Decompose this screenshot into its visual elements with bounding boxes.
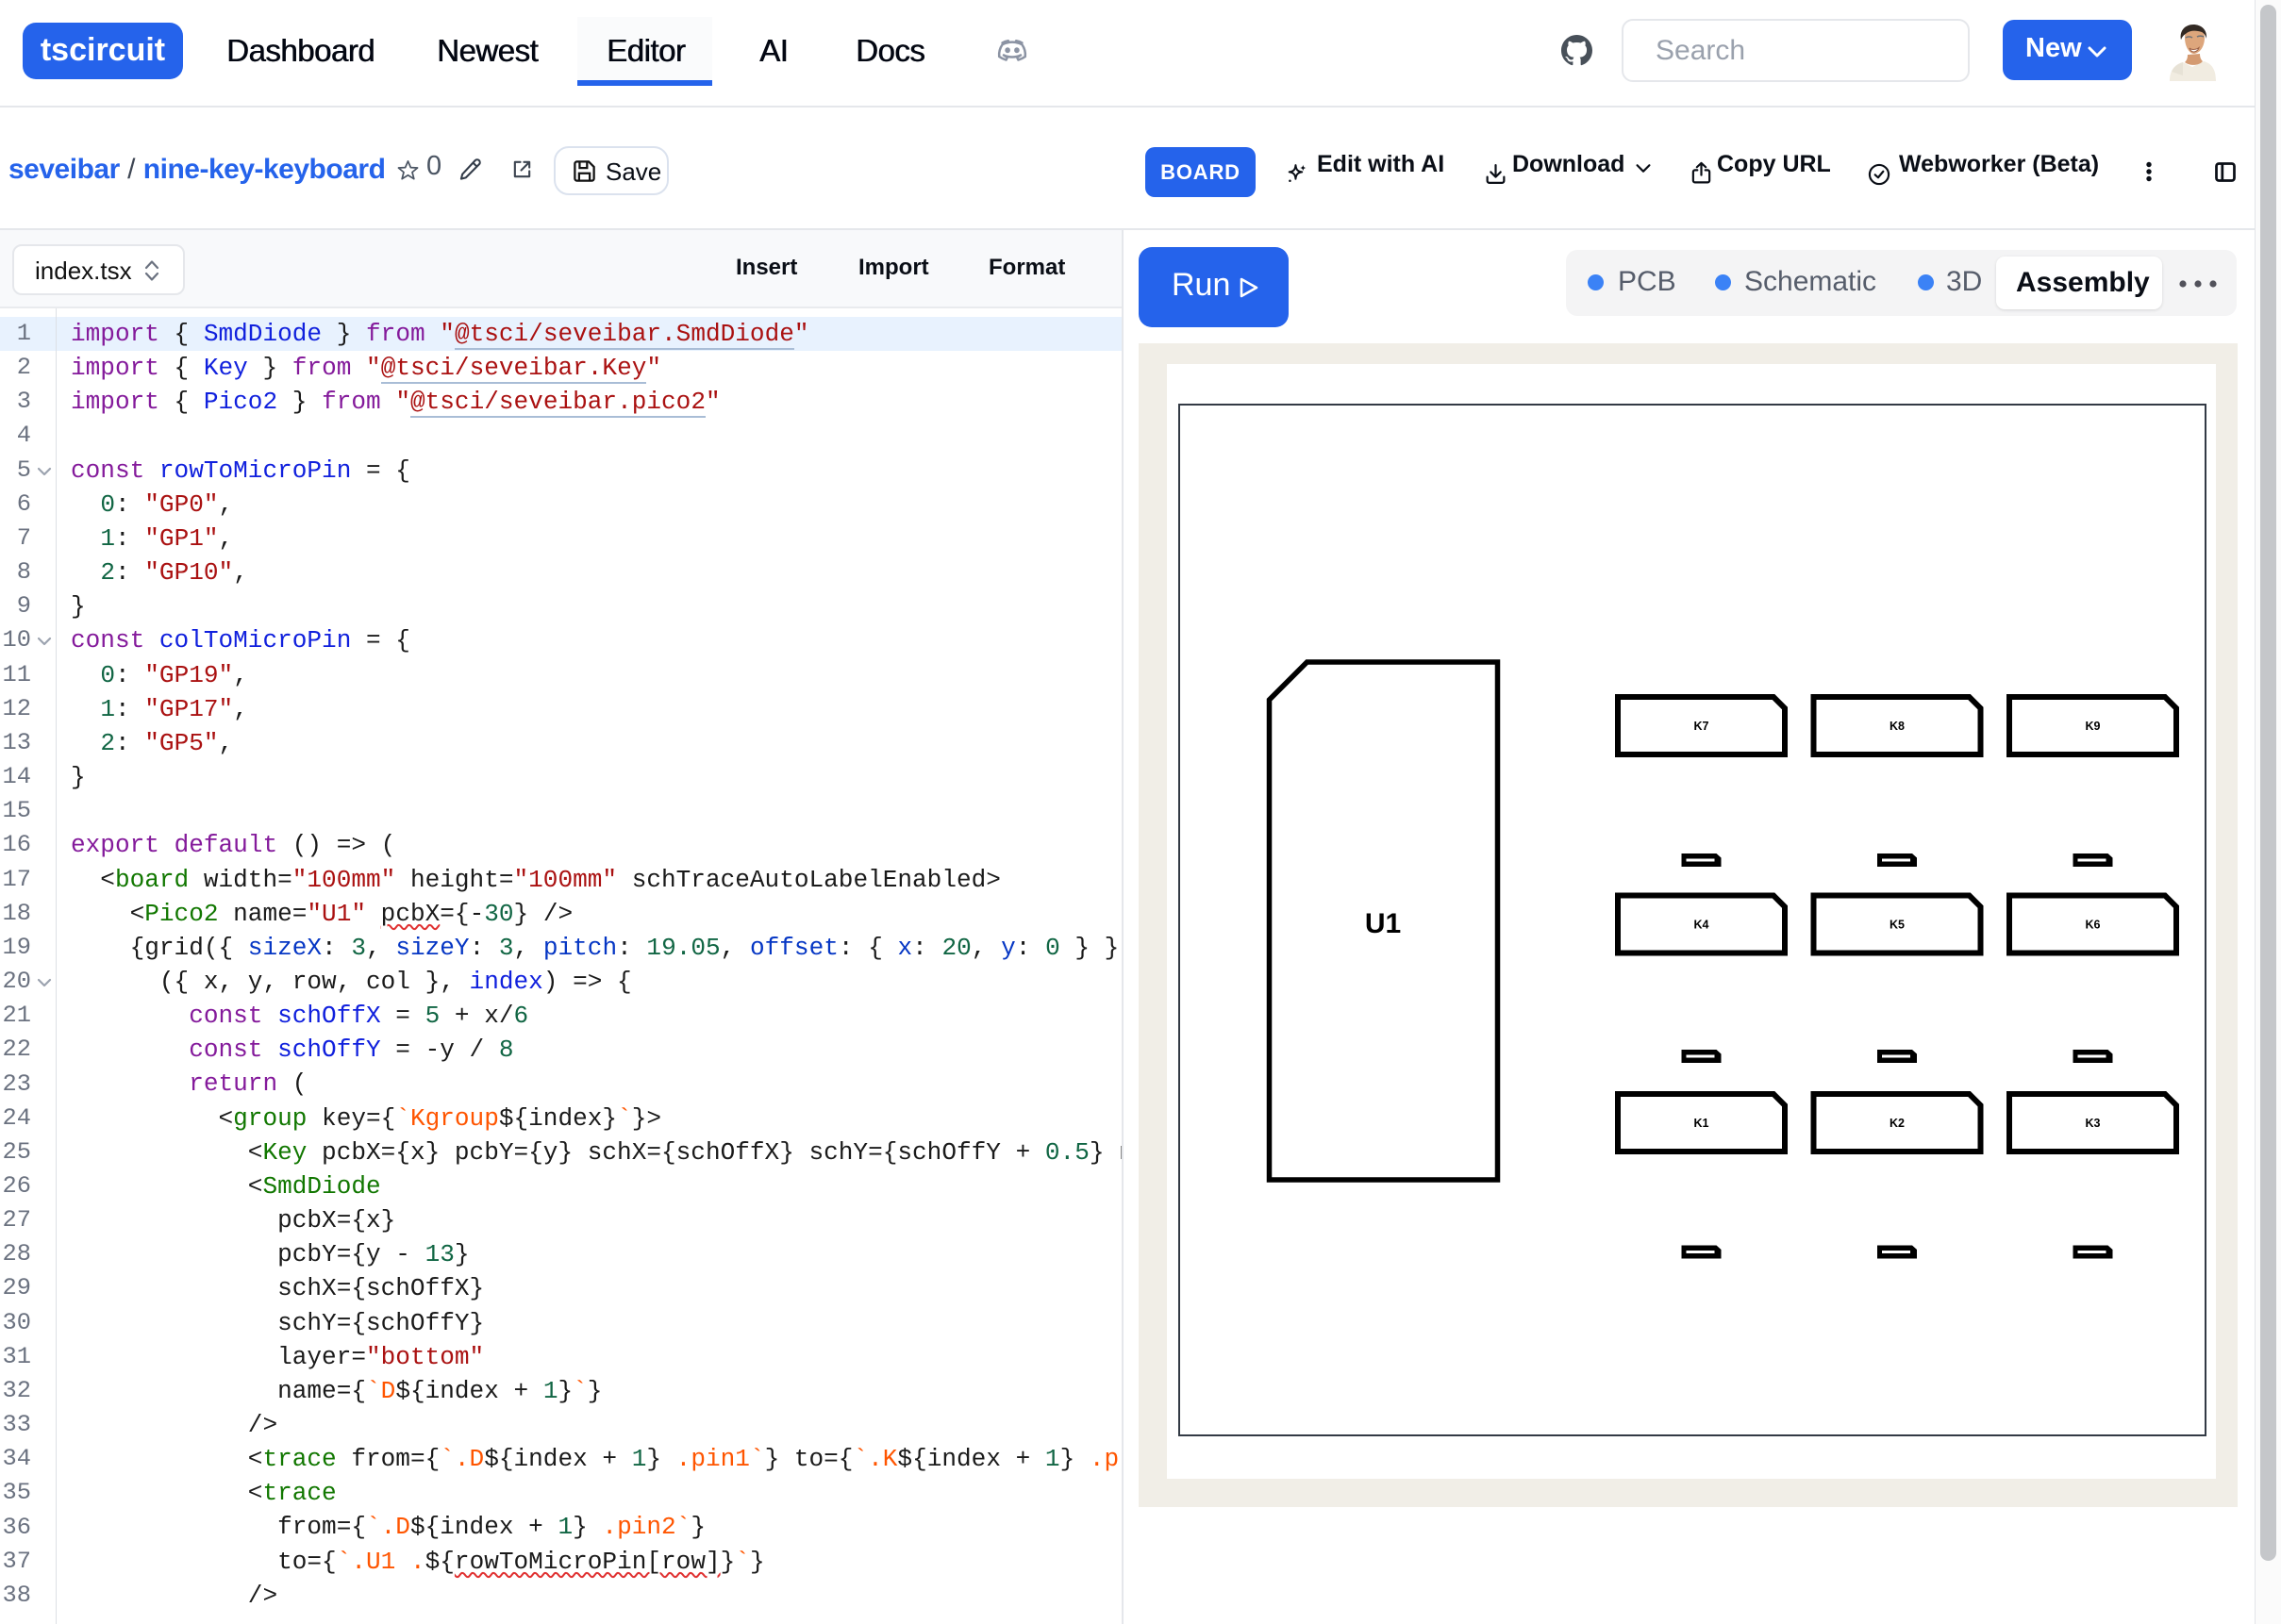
svg-text:K7: K7 (1694, 720, 1709, 733)
svg-text:K6: K6 (2086, 919, 2101, 932)
svg-text:K4: K4 (1694, 919, 1709, 932)
svg-text:U1: U1 (1365, 908, 1401, 939)
svg-text:K9: K9 (2086, 720, 2101, 733)
svg-text:K8: K8 (1890, 720, 1905, 733)
svg-text:K5: K5 (1890, 919, 1905, 932)
svg-text:K1: K1 (1694, 1117, 1709, 1130)
svg-text:K2: K2 (1890, 1117, 1905, 1130)
svg-text:K3: K3 (2086, 1117, 2101, 1130)
